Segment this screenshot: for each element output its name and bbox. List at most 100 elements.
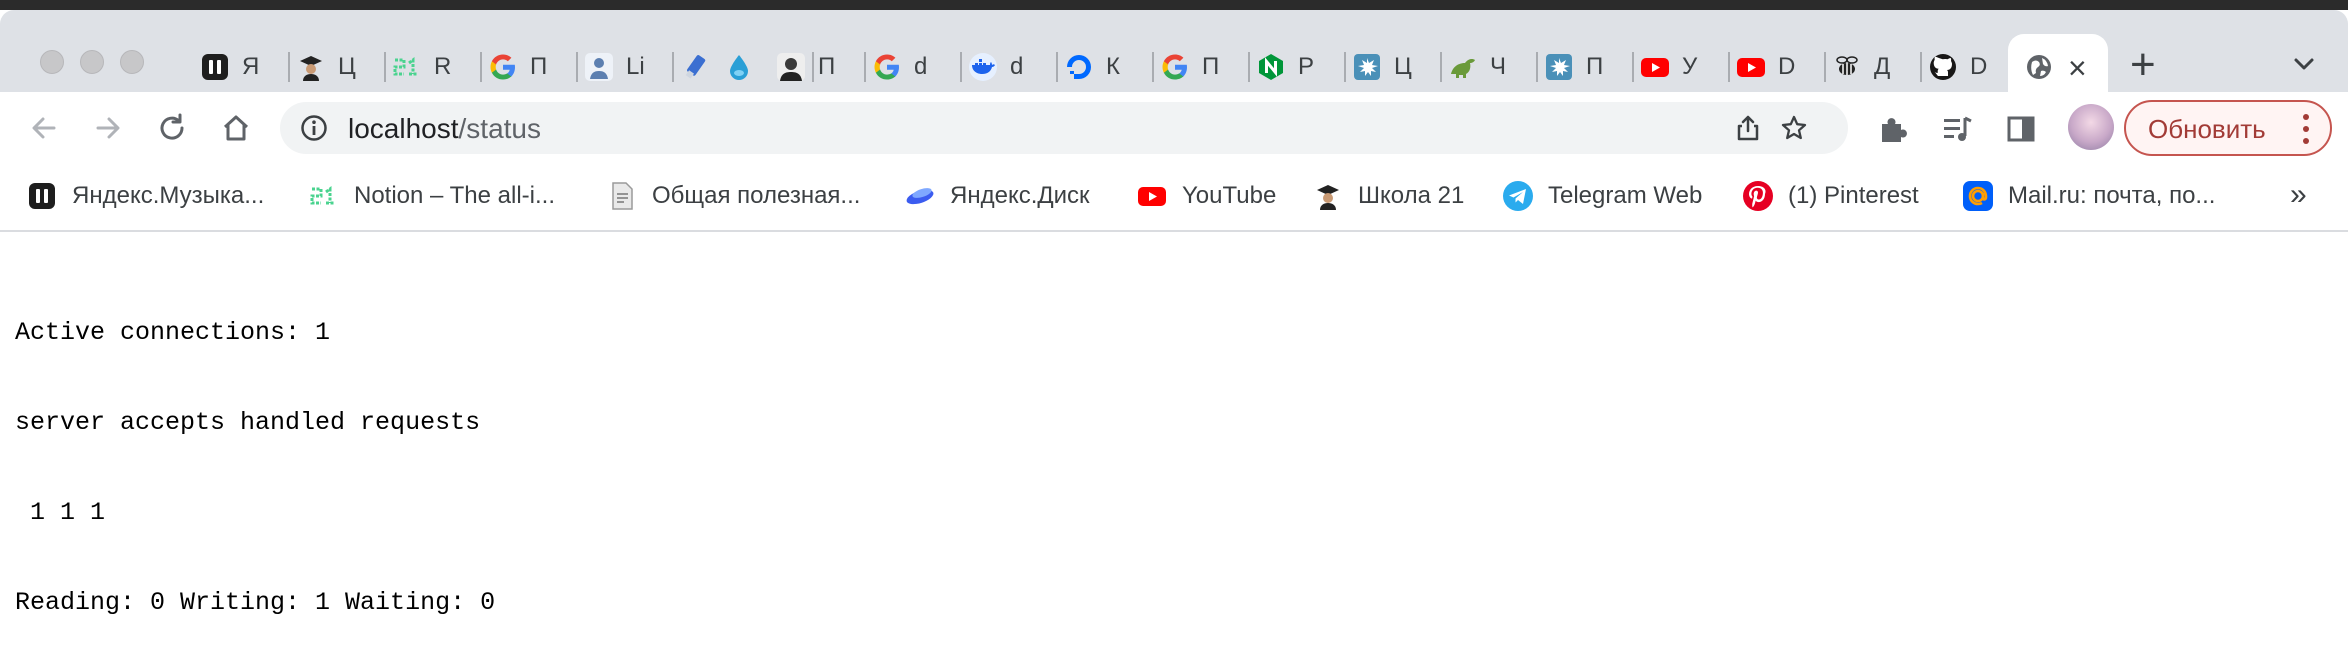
update-button[interactable]: Обновить (2124, 100, 2332, 156)
tab-title: П (818, 53, 836, 80)
tab-title: Р (1298, 53, 1315, 80)
dinosaur-icon (1448, 52, 1478, 82)
youtube-icon (1736, 52, 1766, 82)
splash-icon (1352, 52, 1382, 82)
reload-button[interactable] (154, 110, 190, 146)
splash-icon (1544, 52, 1574, 82)
bookmark-item[interactable]: (1) Pinterest (1742, 180, 1919, 212)
tab-separator (960, 52, 962, 82)
tab-3[interactable]: П (488, 46, 547, 88)
tab-1[interactable]: Ц (296, 46, 356, 88)
tab-separator (1920, 52, 1922, 82)
status-line-active-connections: Active connections: 1 (15, 318, 331, 347)
profile-avatar[interactable] (2068, 104, 2114, 150)
bookmark-item[interactable]: Яндекс.Музыка... (26, 180, 264, 212)
bookmark-label: Mail.ru: почта, по... (2008, 182, 2216, 209)
bookmark-item[interactable]: Telegram Web (1502, 180, 1702, 212)
tab-11[interactable]: П (1160, 46, 1219, 88)
tab-separator (384, 52, 386, 82)
tab-9[interactable]: d (968, 46, 1023, 88)
tab-close-button[interactable]: × (2068, 48, 2087, 88)
tab-14[interactable]: Ч (1448, 46, 1506, 88)
share-icon[interactable] (1734, 114, 1762, 142)
tab-4[interactable]: Li (584, 46, 645, 88)
window-close-button[interactable] (40, 50, 64, 74)
tab-separator (1536, 52, 1538, 82)
bookmark-label: Школа 21 (1358, 182, 1465, 209)
bookmark-star-icon[interactable] (1780, 114, 1808, 142)
address-bar[interactable]: localhost/status (280, 102, 1848, 154)
back-button[interactable] (26, 110, 62, 146)
docker-icon (968, 52, 998, 82)
tab-separator (1248, 52, 1250, 82)
tab-title: Я (242, 53, 260, 80)
pinterest-icon (1742, 180, 1774, 212)
chevron-down-icon[interactable] (2290, 50, 2318, 78)
window-top-edge (0, 0, 2348, 10)
media-control-icon[interactable] (1940, 112, 1974, 146)
school21-graduate-icon (296, 52, 326, 82)
side-panel-icon[interactable] (2004, 112, 2038, 146)
nginx-icon (1256, 52, 1286, 82)
tab-2[interactable]: R (392, 46, 451, 88)
update-button-label: Обновить (2148, 114, 2266, 144)
tab-16[interactable]: У (1640, 46, 1697, 88)
forward-button[interactable] (90, 110, 126, 146)
tab-13[interactable]: Ц (1352, 46, 1412, 88)
tab-title: П (1586, 53, 1604, 80)
digitalocean-icon (1064, 52, 1094, 82)
site-info-icon[interactable] (300, 114, 328, 142)
yandex-music-icon (26, 180, 58, 212)
tab-19[interactable]: D (1928, 46, 1987, 88)
bookmark-item[interactable]: Школа 21 (1312, 180, 1464, 212)
bookmarks-overflow-button[interactable]: » (2290, 178, 2307, 212)
tab-10[interactable]: К (1064, 46, 1120, 88)
tab-17[interactable]: D (1736, 46, 1795, 88)
extensions-puzzle-icon[interactable] (1876, 112, 1910, 146)
tab-5[interactable] (680, 46, 710, 88)
tab-title: Ц (1394, 53, 1412, 80)
tab-12[interactable]: Р (1256, 46, 1314, 88)
tab-8[interactable]: d (872, 46, 927, 88)
bookmark-label: Яндекс.Музыка... (72, 182, 265, 209)
github-icon (1928, 52, 1958, 82)
reload-icon (160, 113, 184, 140)
school21-graduate-icon (1312, 180, 1344, 212)
status-line-counts: 1 1 1 (15, 498, 106, 527)
tab-separator (1056, 52, 1058, 82)
tab-separator (672, 52, 674, 82)
tab-title: П (1202, 53, 1220, 80)
new-tab-button[interactable]: + (2130, 40, 2156, 90)
window-zoom-button[interactable] (120, 50, 144, 74)
bookmark-item[interactable]: Общая полезная... (606, 180, 860, 212)
tab-title: Ч (1490, 53, 1506, 80)
tab-18[interactable]: Д (1832, 46, 1890, 88)
telegram-icon (1502, 180, 1534, 212)
tab-7[interactable]: П (776, 46, 835, 88)
bookmark-item[interactable]: Notion – The all-i... (308, 180, 555, 212)
tab-6[interactable] (724, 46, 754, 88)
school21-logo-icon (392, 52, 422, 82)
arrow-left-icon (32, 117, 56, 139)
bookmark-item[interactable]: Яндекс.Диск (904, 180, 1090, 212)
toolbar: localhost/status Обновить (0, 92, 2348, 164)
url-path: /status (458, 113, 541, 144)
tab-title: Д (1874, 53, 1891, 80)
bookmark-label: (1) Pinterest (1788, 182, 1919, 209)
more-menu-icon[interactable] (2302, 112, 2310, 146)
google-icon (1160, 52, 1190, 82)
tab-separator (864, 52, 866, 82)
document-icon (606, 180, 638, 212)
tab-15[interactable]: П (1544, 46, 1603, 88)
bookmark-item[interactable]: Mail.ru: почта, по... (1962, 180, 2215, 212)
tab-title: Li (626, 53, 645, 80)
bookmarks-bar: Яндекс.Музыка... Notion – The all-i... Общ… (0, 164, 2348, 232)
arrow-right-icon (96, 117, 120, 139)
tab-bar: Я Ц R П Li Пd d К П Р Ц Ч П У D Д D × + (0, 10, 2348, 102)
home-button[interactable] (218, 110, 254, 146)
url-text[interactable]: localhost/status (348, 113, 541, 145)
tab-separator (1824, 52, 1826, 82)
bookmark-item[interactable]: YouTube (1136, 180, 1276, 212)
tab-0[interactable]: Я (200, 46, 259, 88)
window-minimize-button[interactable] (80, 50, 104, 74)
